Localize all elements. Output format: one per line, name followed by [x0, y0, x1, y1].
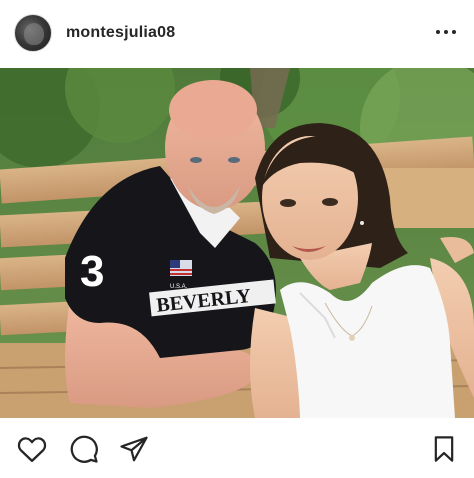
more-dot: [444, 30, 448, 34]
post-actions: [0, 418, 474, 478]
more-dot: [436, 30, 440, 34]
bookmark-icon[interactable]: [428, 434, 460, 464]
more-options-icon[interactable]: [436, 22, 456, 42]
send-icon[interactable]: [118, 434, 150, 464]
post-header: montesjulia08: [0, 0, 474, 68]
profile-avatar[interactable]: [14, 14, 52, 52]
heart-icon[interactable]: [16, 434, 48, 464]
comment-icon[interactable]: [68, 434, 100, 464]
more-dot: [452, 30, 456, 34]
username-link[interactable]: montesjulia08: [66, 23, 175, 43]
post-photo[interactable]: 3 U.S.A. BEVERLY: [0, 68, 474, 418]
shirt-number: 3: [80, 247, 104, 296]
